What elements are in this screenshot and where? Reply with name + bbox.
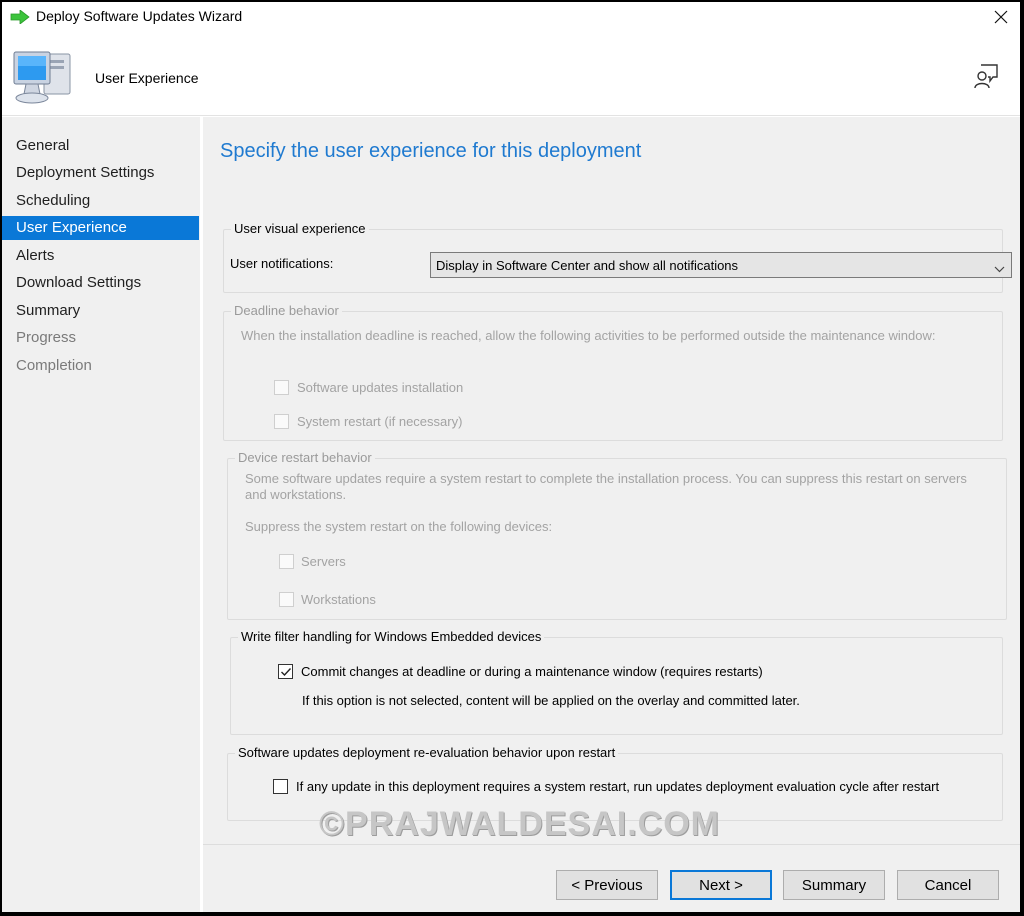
checkbox-label: Commit changes at deadline or during a m…	[301, 664, 763, 679]
user-visual-experience-group: User visual experience User notification…	[223, 221, 1012, 293]
sidebar-item-completion: Completion	[16, 357, 92, 374]
sidebar-item-user-experience[interactable]: User Experience	[2, 216, 199, 240]
system-restart-checkbox	[274, 414, 289, 429]
close-icon	[994, 10, 1008, 24]
run-evaluation-cycle-checkbox[interactable]	[273, 779, 288, 794]
user-notifications-label: User notifications:	[230, 256, 334, 271]
footer-divider	[203, 844, 1020, 845]
green-arrow-icon	[10, 9, 30, 25]
write-filter-note: If this option is not selected, content …	[302, 693, 800, 708]
checkbox-label: If any update in this deployment require…	[296, 779, 940, 794]
feedback-icon[interactable]	[972, 62, 1000, 90]
user-notifications-dropdown[interactable]: Display in Software Center and show all …	[430, 252, 1012, 278]
software-updates-installation-checkbox	[274, 380, 289, 395]
group-legend: Device restart behavior	[235, 450, 375, 466]
checkbox-label: System restart (if necessary)	[297, 414, 463, 429]
next-button[interactable]: Next >	[670, 870, 772, 900]
deadline-description: When the installation deadline is reache…	[241, 328, 936, 343]
workstations-checkbox	[279, 592, 294, 607]
header-title: User Experience	[95, 70, 199, 86]
previous-button[interactable]: < Previous	[556, 870, 658, 900]
watermark: ©PRAJWALDESAI.COM	[319, 805, 720, 843]
checkbox-label: Workstations	[301, 592, 376, 607]
commit-changes-checkbox[interactable]	[278, 664, 293, 679]
device-restart-behavior-group: Device restart behavior Some software up…	[227, 450, 1007, 620]
write-filter-group: Write filter handling for Windows Embedd…	[230, 629, 1003, 735]
sidebar-item-alerts[interactable]: Alerts	[2, 244, 199, 268]
close-button[interactable]	[990, 6, 1012, 28]
suppress-restart-label: Suppress the system restart on the follo…	[245, 519, 553, 534]
page-heading: Specify the user experience for this dep…	[220, 140, 642, 162]
sidebar-item-progress: Progress	[16, 329, 77, 346]
window-title: Deploy Software Updates Wizard	[36, 8, 243, 24]
content-panel: Specify the user experience for this dep…	[203, 117, 1020, 912]
wizard-header: User Experience	[2, 32, 1020, 116]
sidebar-item-summary[interactable]: Summary	[2, 299, 199, 323]
restart-description-line2: and workstations.	[245, 487, 347, 502]
restart-description-line1: Some software updates require a system r…	[245, 471, 967, 486]
chevron-down-icon	[994, 261, 1005, 276]
checkmark-icon	[281, 668, 292, 677]
sidebar-item-deployment-settings[interactable]: Deployment Settings	[2, 161, 199, 185]
computer-icon	[10, 48, 76, 108]
checkbox-label: Software updates installation	[297, 380, 464, 395]
wizard-steps-sidebar: General Deployment Settings Scheduling U…	[2, 117, 201, 912]
checkbox-label: Servers	[301, 554, 346, 569]
group-legend: Write filter handling for Windows Embedd…	[238, 629, 545, 645]
servers-checkbox	[279, 554, 294, 569]
deadline-behavior-group: Deadline behavior When the installation …	[223, 303, 1003, 441]
dropdown-value: Display in Software Center and show all …	[436, 258, 739, 273]
group-legend: Deadline behavior	[231, 303, 342, 319]
wizard-window: Deploy Software Updates Wizard User Expe…	[2, 2, 1020, 912]
sidebar-item-scheduling[interactable]: Scheduling	[2, 189, 199, 213]
sidebar-item-general[interactable]: General	[2, 134, 199, 158]
sidebar-item-download-settings[interactable]: Download Settings	[2, 271, 199, 295]
title-bar: Deploy Software Updates Wizard	[2, 2, 1020, 32]
cancel-button[interactable]: Cancel	[897, 870, 999, 900]
summary-button[interactable]: Summary	[783, 870, 885, 900]
group-legend: Software updates deployment re-evaluatio…	[235, 745, 619, 761]
group-legend: User visual experience	[231, 221, 369, 237]
